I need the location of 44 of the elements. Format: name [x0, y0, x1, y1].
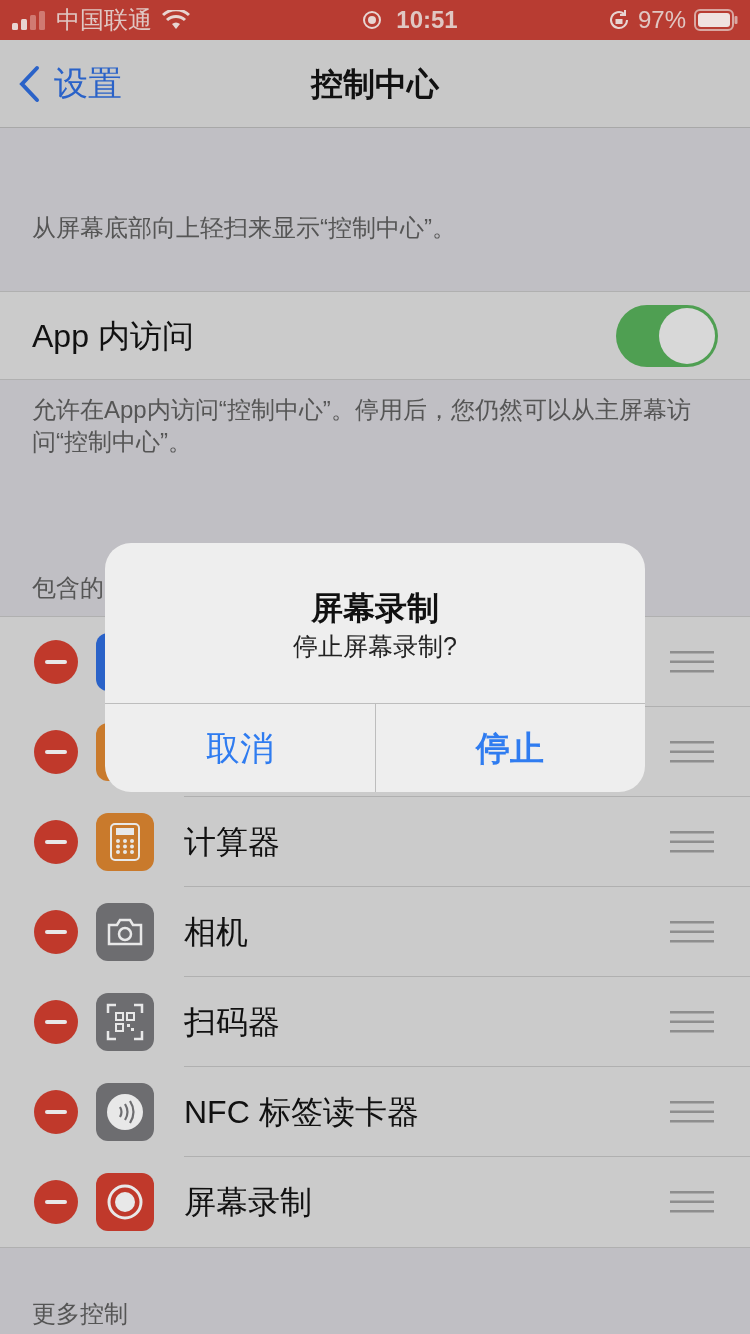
remove-button[interactable] — [34, 1180, 78, 1224]
record-icon — [362, 10, 383, 30]
intro-text: 从屏幕底部向上轻扫来显示“控制中心”。 — [31, 213, 457, 243]
wifi-icon — [162, 10, 190, 30]
cancel-button[interactable]: 取消 — [105, 704, 375, 792]
drag-handle-icon[interactable] — [670, 1010, 714, 1033]
access-note: 允许在App内访问“控制中心”。停用后，您仍然可以从主屏幕访问“控制中心”。 — [31, 395, 692, 457]
drag-handle-icon[interactable] — [670, 740, 714, 763]
back-chevron-icon — [18, 64, 40, 103]
page-title: 控制中心 — [311, 64, 439, 104]
drag-handle-icon[interactable] — [670, 1191, 714, 1213]
setting-label: App 内访问 — [32, 316, 194, 356]
section-header: 更多控制 — [32, 1300, 128, 1327]
control-label: 扫码器 — [184, 1002, 280, 1042]
control-label: 屏幕录制 — [184, 1183, 312, 1222]
control-label: 计算器 — [184, 822, 280, 862]
control-label: 相机 — [184, 912, 248, 952]
carrier-name: 中国联通 — [56, 5, 152, 35]
calculator-icon — [110, 823, 140, 861]
drag-handle-icon[interactable] — [670, 830, 714, 853]
alert-message: 停止屏幕录制? — [293, 631, 457, 662]
battery-percent: 97% — [637, 5, 686, 35]
stop-button[interactable]: 停止 — [374, 704, 645, 792]
control-label: NFC 标签读卡器 — [184, 1092, 419, 1132]
clock-time: 10:51 — [396, 5, 458, 35]
remove-button[interactable] — [34, 1090, 78, 1134]
battery-icon — [694, 9, 738, 31]
drag-handle-icon[interactable] — [670, 650, 714, 673]
camera-icon — [107, 918, 143, 946]
drag-handle-icon[interactable] — [670, 1100, 714, 1123]
back-button[interactable]: 设置 — [0, 58, 122, 109]
alert-title: 屏幕录制 — [311, 589, 439, 628]
remove-button[interactable] — [34, 730, 78, 774]
signal-icon — [12, 10, 46, 30]
drag-handle-icon[interactable] — [670, 920, 714, 943]
remove-button[interactable] — [34, 640, 78, 684]
remove-button[interactable] — [34, 820, 78, 864]
remove-button[interactable] — [34, 910, 78, 954]
record-icon — [106, 1183, 144, 1221]
nfc-icon — [106, 1093, 144, 1131]
qr-scan-icon — [106, 1003, 144, 1041]
section-header: 包含的 — [32, 574, 104, 601]
rotation-lock-icon — [607, 9, 630, 31]
remove-button[interactable] — [34, 1000, 78, 1044]
